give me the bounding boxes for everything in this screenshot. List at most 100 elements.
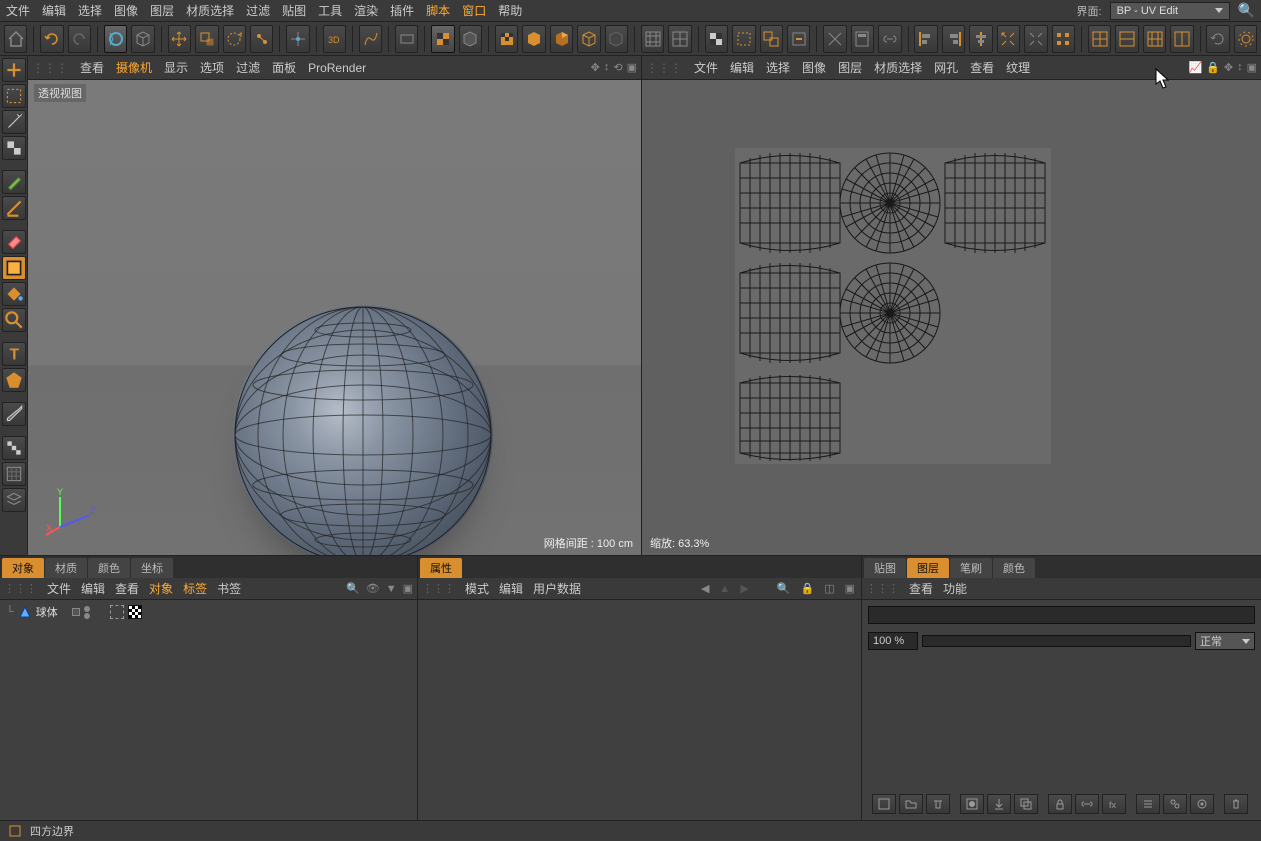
new-folder-icon[interactable] <box>899 794 923 814</box>
rect-tool[interactable] <box>2 256 26 280</box>
duplicate-icon[interactable] <box>1014 794 1038 814</box>
tab-colors[interactable]: 颜色 <box>88 558 130 578</box>
layer-menu-view[interactable]: 查看 <box>909 580 933 597</box>
layer-opacity-input[interactable]: 100 % <box>868 632 918 650</box>
eraser-tool[interactable] <box>2 230 26 254</box>
tab-materials[interactable]: 材质 <box>45 558 87 578</box>
uv-menu-layer[interactable]: 图层 <box>838 59 862 76</box>
cube-solid-icon[interactable] <box>522 25 545 53</box>
attr-menu-userdata[interactable]: 用户数据 <box>533 580 581 597</box>
split-4-icon[interactable] <box>1088 25 1111 53</box>
layer-menu-function[interactable]: 功能 <box>943 580 967 597</box>
grip-icon[interactable]: ⋮⋮⋮ <box>422 582 455 595</box>
shrink-icon[interactable] <box>1024 25 1047 53</box>
axis-lock-icon[interactable] <box>286 25 309 53</box>
3d-mode-icon[interactable]: 3D <box>323 25 346 53</box>
line-tool[interactable] <box>2 196 26 220</box>
redo-icon[interactable] <box>68 25 91 53</box>
grid1-icon[interactable] <box>641 25 664 53</box>
zoom-tool[interactable] <box>2 308 26 332</box>
split-v-icon[interactable] <box>1170 25 1193 53</box>
refresh-icon[interactable] <box>1206 25 1229 53</box>
uv-menu-edit[interactable]: 编辑 <box>730 59 754 76</box>
object-row-sphere[interactable]: └ 球体 <box>2 602 415 622</box>
grid2-icon[interactable] <box>668 25 691 53</box>
obj-menu-edit[interactable]: 编辑 <box>81 580 105 597</box>
menu-texture[interactable]: 贴图 <box>282 2 306 19</box>
vp-menu-options[interactable]: 选项 <box>200 59 224 76</box>
rect-select-tool[interactable] <box>2 84 26 108</box>
menu-layer[interactable]: 图层 <box>150 2 174 19</box>
delete-layer-icon[interactable] <box>926 794 950 814</box>
cube-dark-icon[interactable] <box>605 25 628 53</box>
polygon-tool[interactable] <box>2 368 26 392</box>
cube-wire-icon[interactable] <box>577 25 600 53</box>
new-layer-icon[interactable] <box>872 794 896 814</box>
vp-menu-display[interactable]: 显示 <box>164 59 188 76</box>
expand-icon[interactable] <box>997 25 1020 53</box>
attr-lock-icon[interactable]: 🔒 <box>798 582 816 595</box>
tab-attributes[interactable]: 属性 <box>420 558 462 578</box>
vp-menu-prorender[interactable]: ProRender <box>308 61 366 75</box>
brush-checker-icon[interactable] <box>495 25 518 53</box>
obj-menu-object[interactable]: 对象 <box>149 580 173 597</box>
fx-icon[interactable]: fx <box>1102 794 1126 814</box>
grip-icon[interactable]: ⋮⋮⋮ <box>866 582 899 595</box>
link-icon[interactable] <box>878 25 901 53</box>
attr-nav-up-icon[interactable]: ▲ <box>717 583 732 595</box>
uv-nav-lock-icon[interactable]: 🔒 <box>1206 61 1220 74</box>
calc-icon[interactable] <box>851 25 874 53</box>
mask-icon[interactable] <box>960 794 984 814</box>
uv-nav-graph-icon[interactable]: 📈 <box>1188 61 1202 74</box>
obj-menu-bookmark[interactable]: 书签 <box>217 580 241 597</box>
search-icon[interactable]: 🔍 <box>1238 2 1255 19</box>
select-add-icon[interactable] <box>760 25 783 53</box>
select-sub-icon[interactable] <box>787 25 810 53</box>
perspective-canvas[interactable]: 透视视图 <box>28 80 641 555</box>
attr-new-icon[interactable]: ◫ <box>822 582 836 595</box>
menu-material[interactable]: 材质选择 <box>186 2 234 19</box>
split-grid-icon[interactable] <box>1143 25 1166 53</box>
axis-gizmo[interactable]: Y Z X <box>46 487 96 537</box>
wireframe-cube-icon[interactable] <box>131 25 154 53</box>
vis-dot-bottom[interactable] <box>84 613 90 619</box>
plane-icon[interactable] <box>395 25 418 53</box>
grip-icon[interactable]: ⋮⋮⋮ <box>4 582 37 595</box>
tab-color[interactable]: 颜色 <box>993 558 1035 578</box>
layer-opacity-slider[interactable] <box>922 635 1191 647</box>
brush-tool[interactable] <box>2 170 26 194</box>
uv-menu-file[interactable]: 文件 <box>694 59 718 76</box>
uv-menu-select[interactable]: 选择 <box>766 59 790 76</box>
fill-tool[interactable] <box>2 282 26 306</box>
grip-icon[interactable]: ⋮⋮⋮ <box>646 61 682 75</box>
unwrap-icon[interactable] <box>823 25 846 53</box>
menu-help[interactable]: 帮助 <box>498 2 522 19</box>
translate-icon[interactable] <box>168 25 191 53</box>
flatten-icon[interactable] <box>1136 794 1160 814</box>
home-icon[interactable] <box>4 25 27 53</box>
split-h-icon[interactable] <box>1115 25 1138 53</box>
uv-nav-max-icon[interactable]: ▣ <box>1247 61 1257 74</box>
link-layer-icon[interactable] <box>1075 794 1099 814</box>
uvw-tag[interactable] <box>128 605 142 619</box>
menu-edit[interactable]: 编辑 <box>42 2 66 19</box>
layout-dropdown[interactable]: BP - UV Edit <box>1110 2 1230 20</box>
vp-nav-zoom-icon[interactable]: ↕ <box>604 61 610 74</box>
vp-nav-rotate-icon[interactable]: ⟲ <box>613 61 622 74</box>
uv-nav-pan-icon[interactable]: ✥ <box>1224 61 1233 74</box>
wand-tool[interactable] <box>2 110 26 134</box>
move-tool[interactable] <box>104 25 127 53</box>
vp-nav-pan-icon[interactable]: ✥ <box>591 61 600 74</box>
menu-window[interactable]: 窗口 <box>462 2 486 19</box>
eyedropper-tool[interactable] <box>2 402 26 426</box>
uvw-tag-outline[interactable] <box>110 605 124 619</box>
lock-layer-icon[interactable] <box>1048 794 1072 814</box>
sphere-object[interactable] <box>233 305 493 555</box>
uv-menu-view[interactable]: 查看 <box>970 59 994 76</box>
uv-menu-material[interactable]: 材质选择 <box>874 59 922 76</box>
object-name[interactable]: 球体 <box>36 604 58 620</box>
cube-icon[interactable] <box>459 25 482 53</box>
deform-icon[interactable] <box>359 25 382 53</box>
obj-eye-icon[interactable]: 👁 <box>366 582 380 595</box>
checker-tool[interactable] <box>2 136 26 160</box>
